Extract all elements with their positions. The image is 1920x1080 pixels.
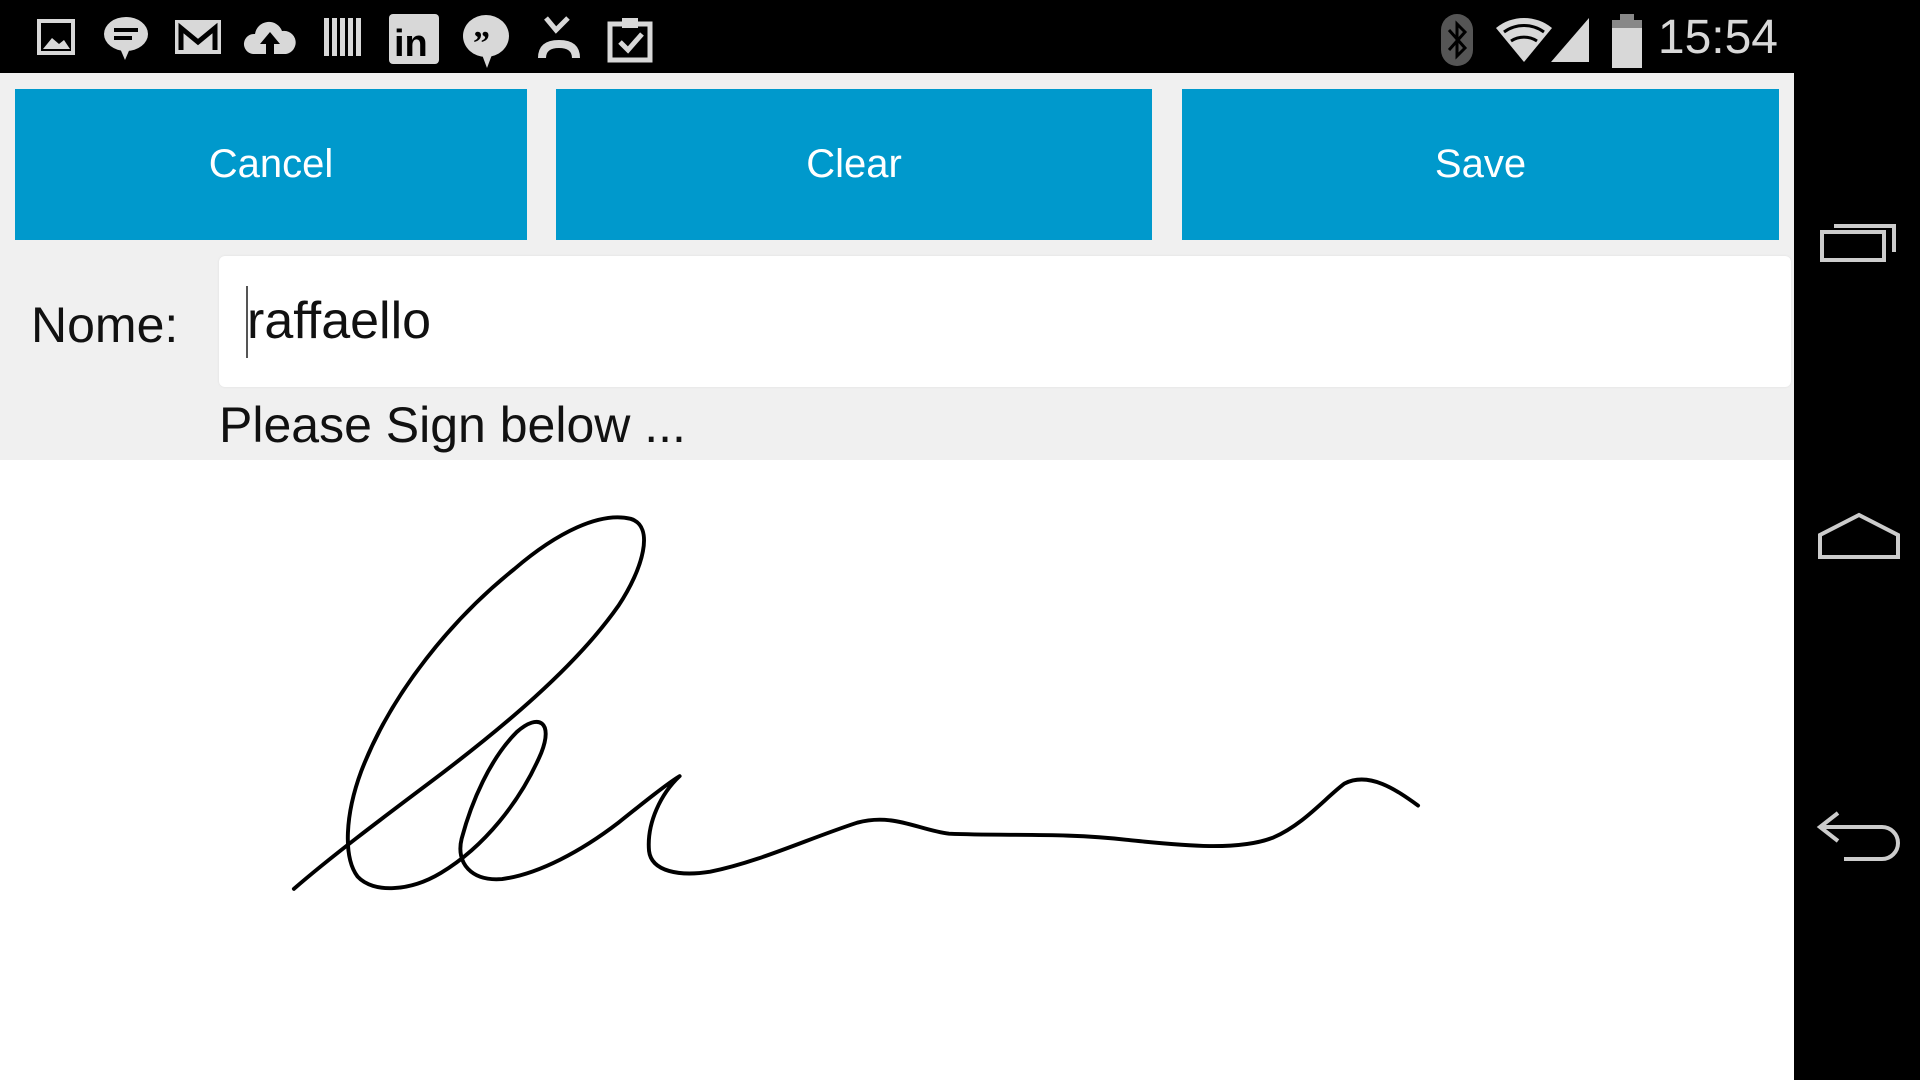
clear-button[interactable]: Clear — [556, 89, 1152, 240]
clock: 15:54 — [1657, 11, 1778, 64]
barcode-icon — [320, 14, 366, 60]
cloud-upload-icon — [243, 14, 296, 60]
name-value: raffaello — [247, 292, 432, 350]
name-label: Nome: — [31, 297, 179, 353]
recent-apps-icon[interactable] — [1814, 212, 1904, 272]
battery-icon — [1604, 14, 1650, 68]
back-icon[interactable] — [1814, 805, 1904, 865]
hangouts-message-icon — [101, 14, 148, 60]
gallery-icon — [34, 14, 80, 60]
wifi-icon — [1494, 14, 1552, 62]
svg-text:in: in — [394, 23, 428, 64]
quote-chat-icon: ” — [461, 14, 509, 68]
gmail-icon — [173, 14, 221, 60]
home-icon[interactable] — [1814, 505, 1904, 565]
clipboard-check-icon — [606, 14, 653, 63]
missed-call-icon — [534, 14, 580, 60]
status-bar: in ” 15:54 — [0, 0, 1920, 73]
name-input[interactable]: raffaello — [219, 256, 1791, 387]
signature-stroke — [291, 515, 1421, 891]
signature-canvas[interactable] — [0, 460, 1794, 1080]
text-cursor — [246, 286, 248, 358]
sign-prompt: Please Sign below ... — [219, 397, 686, 453]
svg-text:”: ” — [473, 25, 490, 62]
signature-screen: Cancel Clear Save Nome: raffaello Please… — [0, 73, 1794, 1080]
cancel-button[interactable]: Cancel — [15, 89, 527, 240]
navigation-bar — [1794, 0, 1920, 1080]
signal-icon — [1548, 14, 1594, 62]
save-button[interactable]: Save — [1182, 89, 1779, 240]
header-panel: Cancel Clear Save Nome: raffaello Please… — [0, 73, 1794, 460]
linkedin-icon: in — [389, 14, 439, 65]
bluetooth-icon — [1434, 14, 1480, 66]
